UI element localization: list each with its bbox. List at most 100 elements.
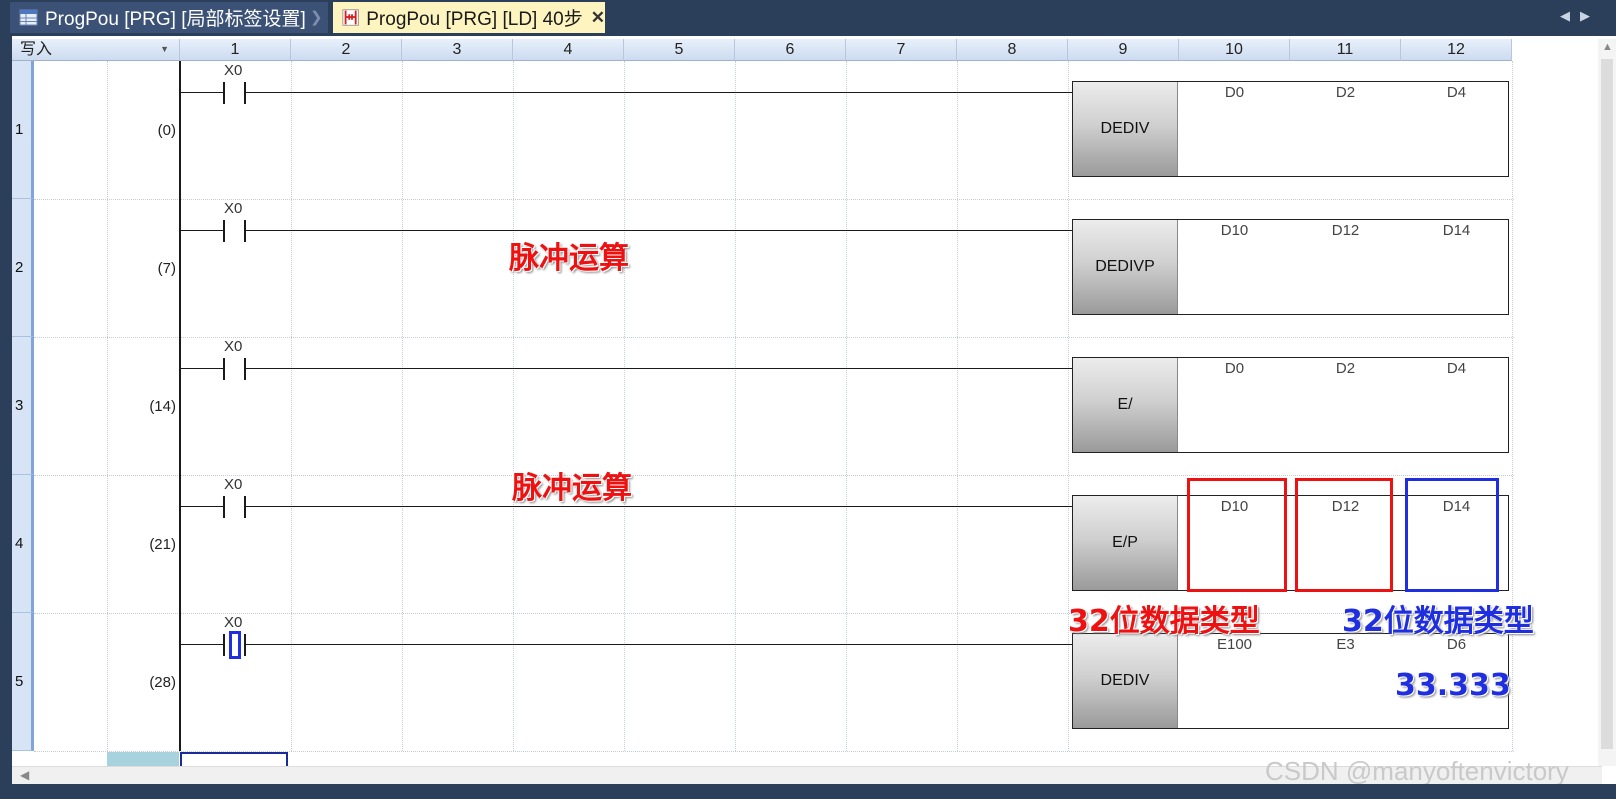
tab-ladder-program[interactable]: ProgPou [PRG] [LD] 40步 ✕	[333, 2, 605, 33]
empty-row-selection[interactable]	[107, 752, 179, 766]
column-header: 1	[180, 39, 291, 61]
step-number: (14)	[149, 398, 176, 415]
contact-device-label: X0	[224, 62, 243, 79]
grid-line	[624, 61, 625, 751]
annotation-32bit-type: 32位数据类型	[1068, 604, 1260, 639]
column-header: 3	[402, 39, 513, 61]
tab-scroll-arrows-icon[interactable]: ◀▶	[1560, 8, 1600, 24]
grid-line	[513, 61, 514, 751]
function-block[interactable]: DEDIVP D10 D12 D14	[1072, 219, 1509, 315]
no-contact-icon[interactable]	[223, 220, 225, 242]
no-contact-icon[interactable]	[244, 82, 246, 104]
operand-label: D4	[1446, 84, 1467, 101]
rung-number[interactable]: 3	[12, 337, 34, 475]
label-table-icon	[19, 9, 38, 26]
contact-device-label: X0	[224, 338, 243, 355]
no-contact-icon[interactable]	[244, 220, 246, 242]
annotation-result-value: 33.333	[1395, 668, 1511, 703]
grid-line	[34, 475, 1514, 476]
rung-wire	[181, 506, 224, 507]
operand-label: D0	[1224, 360, 1245, 377]
function-block[interactable]: E/ D0 D2 D4	[1072, 357, 1509, 453]
grid-line	[1512, 61, 1513, 751]
grid-line	[1068, 61, 1069, 751]
grid-line	[34, 613, 1514, 614]
column-header: 9	[1068, 39, 1179, 61]
step-number: (0)	[157, 122, 176, 139]
no-contact-icon[interactable]	[223, 634, 225, 656]
instruction-name: DEDIV	[1073, 634, 1178, 728]
grid-line	[34, 337, 1514, 338]
column-header: 4	[513, 39, 624, 61]
no-contact-icon[interactable]	[244, 358, 246, 380]
tab-separator-icon: ❯	[310, 9, 323, 26]
tab-local-label-settings[interactable]: ProgPou [PRG] [局部标签设置]	[10, 2, 328, 33]
edit-mode-label: 写入	[20, 41, 53, 58]
no-contact-icon[interactable]	[244, 634, 246, 656]
annotation-pulse-operation: 脉冲运算	[509, 241, 629, 276]
grid-line	[735, 61, 736, 751]
rung-number[interactable]: 4	[12, 475, 34, 613]
rung-wire	[246, 230, 1072, 231]
operand-label: D2	[1335, 360, 1356, 377]
operand-label: D2	[1335, 84, 1356, 101]
column-header: 10	[1179, 39, 1290, 61]
rung-wire	[246, 92, 1072, 93]
column-header: 2	[291, 39, 402, 61]
rung-wire	[181, 230, 224, 231]
no-contact-icon[interactable]	[244, 496, 246, 518]
left-power-rail	[179, 61, 181, 751]
scroll-left-icon[interactable]: ◀	[20, 768, 29, 782]
column-header: 12	[1401, 39, 1512, 61]
annotation-pulse-operation: 脉冲运算	[512, 471, 632, 506]
rung-number[interactable]: 1	[12, 61, 34, 199]
rung-wire	[246, 644, 1072, 645]
operand-label: D10	[1220, 222, 1249, 239]
ladder-diagram-icon	[342, 9, 359, 26]
step-number: (21)	[149, 536, 176, 553]
step-number: (28)	[149, 674, 176, 691]
cell-cursor[interactable]	[180, 752, 288, 766]
edit-mode-dropdown[interactable]: 写入 ▼	[12, 39, 180, 61]
rung-number[interactable]: 5	[12, 613, 34, 751]
chevron-down-icon: ▼	[160, 44, 169, 54]
no-contact-icon[interactable]	[223, 496, 225, 518]
grid-line	[402, 61, 403, 751]
grid-line	[957, 61, 958, 751]
annotation-32bit-type: 32位数据类型	[1342, 604, 1534, 639]
close-icon[interactable]: ✕	[591, 8, 605, 28]
watermark-text: CSDN @manyoftenvictory	[1265, 756, 1569, 786]
contact-highlight	[229, 631, 241, 659]
function-block[interactable]: DEDIV D0 D2 D4	[1072, 81, 1509, 177]
no-contact-icon[interactable]	[223, 82, 225, 104]
operand-label: D0	[1224, 84, 1245, 101]
highlight-box-red	[1295, 478, 1393, 592]
vertical-scrollbar[interactable]: ▲	[1598, 39, 1616, 766]
instruction-name: DEDIVP	[1073, 220, 1178, 314]
contact-device-label: X0	[224, 476, 243, 493]
scroll-up-icon[interactable]: ▲	[1602, 41, 1613, 53]
rung-wire	[246, 506, 1072, 507]
highlight-box-red	[1187, 478, 1287, 592]
operand-label: D14	[1442, 222, 1471, 239]
tab-label: ProgPou [PRG] [局部标签设置]	[45, 9, 306, 30]
scrollbar-thumb[interactable]	[1601, 59, 1613, 749]
instruction-name: E/	[1073, 358, 1178, 452]
instruction-name: DEDIV	[1073, 82, 1178, 176]
document-tab-bar: ProgPou [PRG] [局部标签设置] ❯ ProgPou [PRG] […	[0, 0, 1616, 36]
column-header: 5	[624, 39, 735, 61]
column-header: 8	[957, 39, 1068, 61]
grid-line	[846, 61, 847, 751]
rung-number[interactable]: 2	[12, 199, 34, 337]
step-number: (7)	[157, 260, 176, 277]
contact-device-label: X0	[224, 200, 243, 217]
no-contact-icon[interactable]	[223, 358, 225, 380]
rung-wire	[181, 368, 224, 369]
rung-wire	[181, 644, 224, 645]
operand-label: D4	[1446, 360, 1467, 377]
status-bar	[0, 784, 1616, 799]
column-header: 6	[735, 39, 846, 61]
contact-device-label: X0	[224, 614, 243, 631]
window-left-border	[0, 36, 12, 796]
column-header: 7	[846, 39, 957, 61]
